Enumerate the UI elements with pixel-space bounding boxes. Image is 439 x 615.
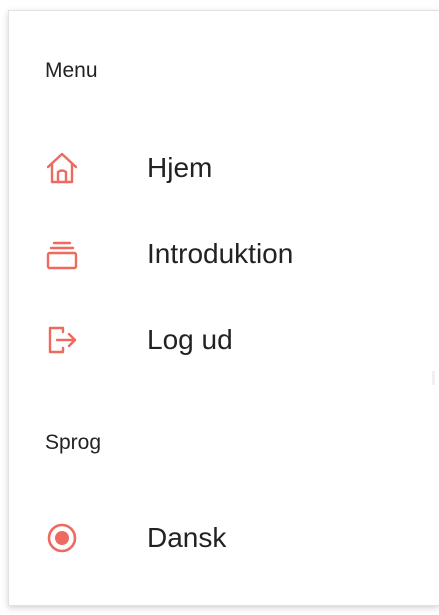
layers-icon — [45, 237, 79, 271]
language-section-title: Sprog — [45, 431, 102, 454]
scroll-indicator — [432, 371, 435, 385]
menu-item-introduktion[interactable]: Introduktion — [9, 223, 439, 283]
home-icon — [45, 151, 79, 185]
language-option-label: Dansk — [147, 522, 227, 553]
menu-item-log-ud[interactable]: Log ud — [9, 309, 439, 369]
logout-icon — [45, 323, 79, 357]
menu-item-home[interactable]: Hjem — [9, 137, 439, 197]
menu-item-label: Introduktion — [147, 238, 294, 269]
language-option-dansk[interactable]: Dansk — [9, 507, 439, 567]
radio-selected-icon — [45, 521, 79, 555]
menu-item-label: Log ud — [147, 324, 233, 355]
menu-item-label: Hjem — [147, 152, 213, 183]
side-menu-panel: Menu Hjem Introduktion Log ud Sprog Dans… — [8, 10, 439, 606]
menu-section-title: Menu — [45, 59, 98, 82]
